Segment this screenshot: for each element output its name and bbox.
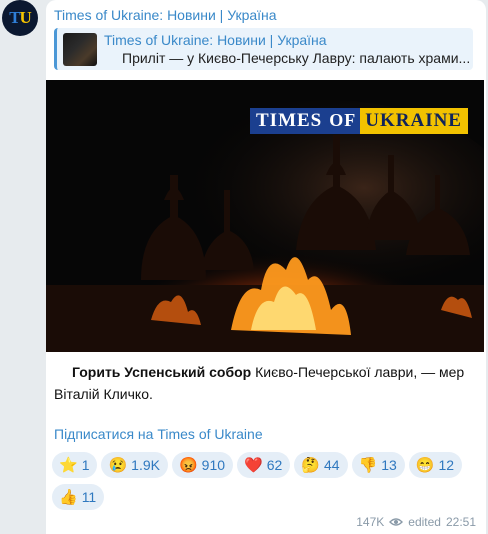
- avatar-initial-u: U: [19, 8, 32, 27]
- media-photo[interactable]: TIMES OF UKRAINE: [46, 80, 484, 352]
- crying-face-icon: 😢: [108, 456, 128, 474]
- subscribe-link[interactable]: Підписатися на Times of Ukraine: [54, 426, 263, 442]
- thinking-face-icon: 🤔: [301, 456, 320, 474]
- reaction-thumbs-up[interactable]: 👍 11: [52, 484, 105, 510]
- message-caption: Горить Успенський собор Києво-Печерської…: [54, 361, 474, 405]
- reaction-thumbs-down[interactable]: 👎 13: [351, 452, 405, 478]
- reaction-count: 12: [438, 457, 455, 473]
- star-icon: ⭐: [59, 456, 78, 474]
- eye-icon: [389, 518, 404, 526]
- grinning-face-icon: 😁: [415, 456, 435, 474]
- reaction-star[interactable]: ⭐ 1: [52, 452, 98, 478]
- edited-label: edited: [408, 515, 441, 529]
- reactions-bar: ⭐ 1 😢 1.9K 😡 910 ❤️ 62 🤔 44 👎 13 😁 12 👍: [52, 452, 482, 510]
- message-meta: 147K edited 22:51: [356, 515, 476, 529]
- brand-word-of: OF: [327, 108, 361, 134]
- reaction-count: 62: [266, 457, 283, 473]
- channel-name[interactable]: Times of Ukraine: Новини | Україна: [54, 7, 277, 23]
- channel-avatar[interactable]: TU: [2, 0, 38, 36]
- view-count: 147K: [356, 515, 385, 529]
- message-bubble: Times of Ukraine: Новини | Україна Times…: [46, 0, 486, 534]
- reaction-angry[interactable]: 😡 910: [171, 452, 234, 478]
- caption-bold: Горить Успенський собор: [72, 364, 252, 380]
- thumbs-down-icon: 👎: [358, 456, 378, 474]
- reply-thumbnail: [63, 33, 97, 66]
- reaction-grin[interactable]: 😁 12: [408, 452, 463, 478]
- angry-face-icon: 😡: [178, 456, 198, 474]
- reaction-crying[interactable]: 😢 1.9K: [101, 452, 168, 478]
- brand-word-ukraine: UKRAINE: [360, 108, 468, 134]
- reaction-count: 11: [81, 489, 97, 505]
- reaction-count: 1: [81, 457, 90, 473]
- reaction-count: 910: [201, 457, 226, 473]
- brand-word-times: TIMES: [250, 108, 328, 134]
- reply-preview[interactable]: Times of Ukraine: Новини | Україна Прилі…: [54, 28, 473, 70]
- reaction-count: 1.9K: [131, 457, 160, 473]
- reply-text: Приліт — у Києво-Печерську Лавру: палают…: [122, 50, 471, 66]
- heart-icon: ❤️: [244, 456, 263, 474]
- thumbs-up-icon: 👍: [59, 488, 78, 506]
- reaction-thinking[interactable]: 🤔 44: [294, 452, 348, 478]
- message-time: 22:51: [445, 515, 476, 529]
- brand-watermark: TIMES OF UKRAINE: [250, 108, 468, 134]
- reaction-heart[interactable]: ❤️ 62: [237, 452, 291, 478]
- avatar-initial-t: T: [9, 8, 20, 27]
- reaction-count: 44: [323, 457, 340, 473]
- reply-title: Times of Ukraine: Новини | Україна: [104, 32, 327, 48]
- reaction-count: 13: [381, 457, 397, 473]
